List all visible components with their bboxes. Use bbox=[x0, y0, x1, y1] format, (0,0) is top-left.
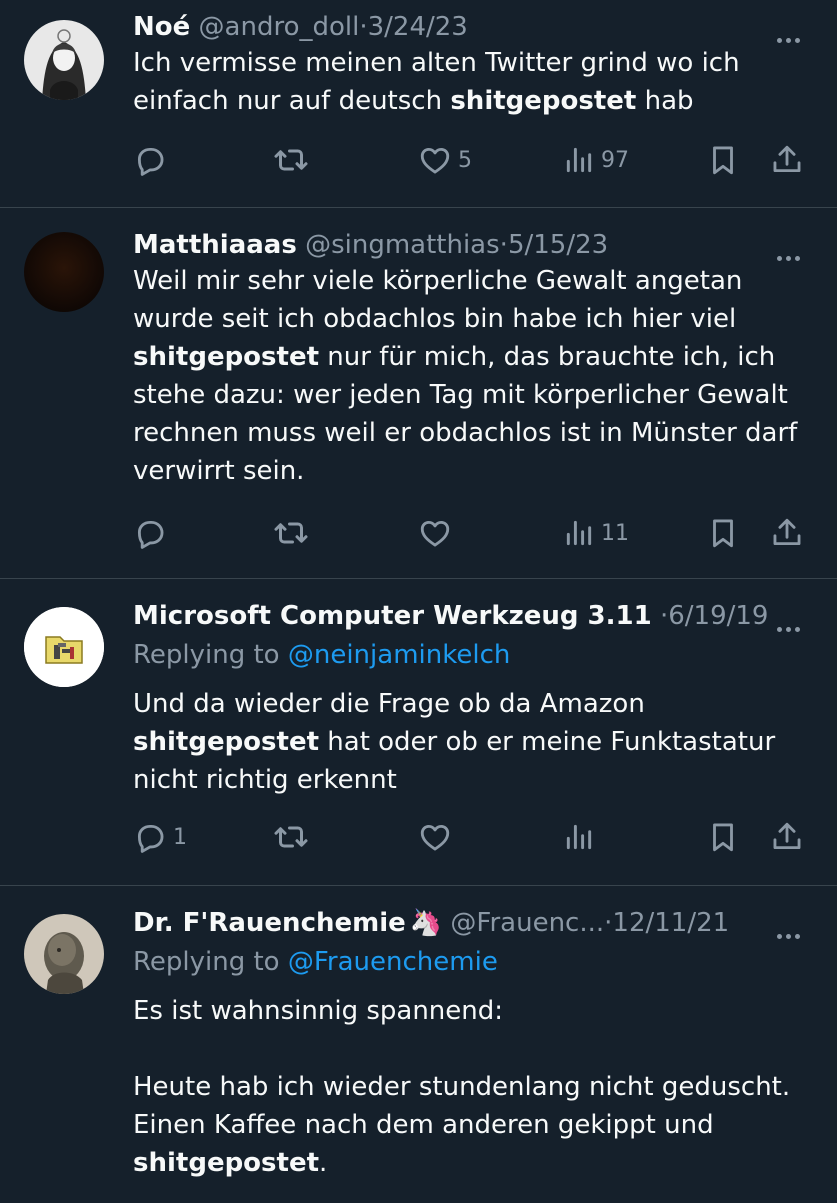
heart-icon bbox=[418, 516, 452, 550]
highlighted-word: shitgepostet bbox=[450, 86, 637, 116]
tweet[interactable]: Dr. F'Rauenchemie 🦄 @Frauenc...·12/11/21 … bbox=[0, 886, 837, 1203]
views-icon bbox=[563, 821, 595, 853]
share-button[interactable] bbox=[770, 138, 804, 182]
like-count: 5 bbox=[458, 147, 472, 173]
tweet-text-part: hab bbox=[636, 86, 694, 116]
tweet-text: Es ist wahnsinnig spannend: Heute hab ic… bbox=[133, 992, 807, 1182]
separator-dot: · bbox=[359, 12, 368, 42]
view-count: 97 bbox=[601, 147, 629, 173]
separator-dot: · bbox=[499, 230, 508, 260]
bookmark-icon bbox=[706, 516, 740, 550]
tweet-header: Microsoft Computer Werkzeug 3.11 ·6/19/1… bbox=[133, 599, 807, 633]
highlighted-word: shitgepostet bbox=[133, 727, 320, 757]
like-button[interactable]: 5 bbox=[418, 138, 472, 182]
action-bar: 11 bbox=[133, 511, 810, 555]
retweet-icon bbox=[273, 142, 309, 178]
bookmark-icon bbox=[706, 820, 740, 854]
reply-icon bbox=[133, 820, 167, 854]
handle[interactable]: @singmatthias bbox=[305, 230, 500, 260]
avatar[interactable] bbox=[24, 607, 104, 687]
views-icon bbox=[563, 517, 595, 549]
separator-dot: · bbox=[659, 601, 669, 631]
reply-count: 1 bbox=[173, 824, 187, 850]
replying-to-label: Replying to bbox=[133, 640, 280, 670]
action-bar: 1 bbox=[133, 815, 810, 859]
share-icon bbox=[770, 143, 804, 177]
reply-button[interactable] bbox=[133, 138, 167, 182]
tweet-text: Weil mir sehr viele körperliche Gewalt a… bbox=[133, 262, 807, 490]
reply-button[interactable] bbox=[133, 511, 167, 555]
tweet-text-part: Heute hab ich wieder stundenlang nicht g… bbox=[133, 1072, 791, 1140]
handle[interactable]: @Frauenc... bbox=[450, 908, 604, 938]
view-count: 11 bbox=[601, 520, 629, 546]
more-icon[interactable] bbox=[777, 607, 807, 632]
tweet-text: Und da wieder die Frage ob da Amazon shi… bbox=[133, 685, 807, 799]
tweet[interactable]: Matthiaaas @singmatthias·5/15/23 Weil mi… bbox=[0, 208, 837, 579]
highlighted-word: shitgepostet bbox=[133, 1148, 320, 1178]
unicorn-emoji: 🦄 bbox=[409, 908, 443, 938]
timestamp[interactable]: 5/15/23 bbox=[508, 230, 608, 260]
retweet-icon bbox=[273, 819, 309, 855]
reply-icon bbox=[133, 143, 167, 177]
retweet-button[interactable] bbox=[273, 511, 309, 555]
reply-button[interactable]: 1 bbox=[133, 815, 187, 859]
timestamp[interactable]: 6/19/19 bbox=[668, 601, 768, 631]
action-bar: 5 97 bbox=[133, 138, 810, 182]
timestamp[interactable]: 3/24/23 bbox=[368, 12, 468, 42]
tweet[interactable]: Microsoft Computer Werkzeug 3.11 ·6/19/1… bbox=[0, 579, 837, 886]
display-name[interactable]: Microsoft Computer Werkzeug 3.11 bbox=[133, 601, 652, 631]
views-button[interactable]: 11 bbox=[563, 511, 629, 555]
avatar[interactable] bbox=[24, 914, 104, 994]
share-button[interactable] bbox=[770, 815, 804, 859]
views-icon bbox=[563, 144, 595, 176]
reply-icon bbox=[133, 516, 167, 550]
bookmark-icon bbox=[706, 143, 740, 177]
highlighted-word: shitgepostet bbox=[133, 342, 320, 372]
like-button[interactable] bbox=[418, 815, 452, 859]
share-icon bbox=[770, 516, 804, 550]
heart-icon bbox=[418, 143, 452, 177]
avatar[interactable] bbox=[24, 232, 104, 312]
retweet-button[interactable] bbox=[273, 815, 309, 859]
views-button[interactable] bbox=[563, 815, 595, 859]
tweet-text-part: . bbox=[319, 1148, 328, 1178]
bookmark-button[interactable] bbox=[706, 815, 740, 859]
display-name[interactable]: Matthiaaas bbox=[133, 230, 297, 260]
tweet-text-line: Es ist wahnsinnig spannend: bbox=[133, 996, 504, 1026]
share-icon bbox=[770, 820, 804, 854]
tweet-header: Noé @andro_doll·3/24/23 bbox=[133, 10, 807, 44]
share-button[interactable] bbox=[770, 511, 804, 555]
like-button[interactable] bbox=[418, 511, 452, 555]
tweet[interactable]: Noé @andro_doll·3/24/23 Ich vermisse mei… bbox=[0, 0, 837, 208]
tweet-text: Ich vermisse meinen alten Twitter grind … bbox=[133, 44, 807, 120]
tweet-text-part: Und da wieder die Frage ob da Amazon bbox=[133, 689, 645, 719]
handle[interactable]: @andro_doll bbox=[199, 12, 360, 42]
avatar[interactable] bbox=[24, 20, 104, 100]
retweet-icon bbox=[273, 515, 309, 551]
more-icon[interactable] bbox=[777, 236, 807, 261]
replying-to-mention[interactable]: @neinjaminkelch bbox=[288, 640, 511, 670]
tweet-text-part: Weil mir sehr viele körperliche Gewalt a… bbox=[133, 266, 743, 334]
display-name[interactable]: Noé bbox=[133, 12, 190, 42]
heart-icon bbox=[418, 820, 452, 854]
views-button[interactable]: 97 bbox=[563, 138, 629, 182]
display-name[interactable]: Dr. F'Rauenchemie bbox=[133, 908, 406, 938]
bookmark-button[interactable] bbox=[706, 138, 740, 182]
replying-to: Replying to @Frauenchemie bbox=[133, 944, 807, 980]
more-icon[interactable] bbox=[777, 914, 807, 939]
timestamp[interactable]: 12/11/21 bbox=[612, 908, 729, 938]
tweet-header: Dr. F'Rauenchemie 🦄 @Frauenc...·12/11/21 bbox=[133, 906, 807, 940]
replying-to: Replying to @neinjaminkelch bbox=[133, 637, 807, 673]
replying-to-label: Replying to bbox=[133, 947, 280, 977]
more-icon[interactable] bbox=[777, 18, 807, 43]
bookmark-button[interactable] bbox=[706, 511, 740, 555]
retweet-button[interactable] bbox=[273, 138, 309, 182]
tweet-header: Matthiaaas @singmatthias·5/15/23 bbox=[133, 228, 807, 262]
replying-to-mention[interactable]: @Frauenchemie bbox=[288, 947, 498, 977]
